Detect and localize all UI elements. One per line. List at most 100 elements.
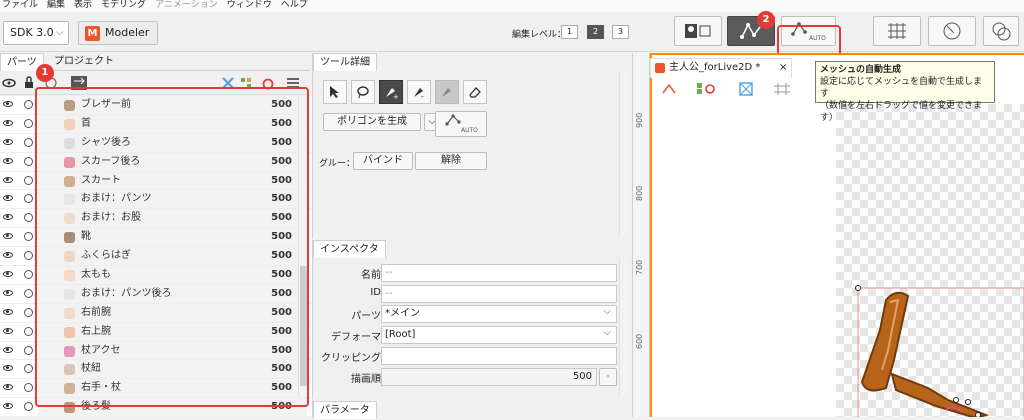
visibility-eye-icon[interactable] bbox=[3, 157, 13, 164]
edit-level-2[interactable]: 2 bbox=[587, 25, 604, 39]
select-tool[interactable] bbox=[323, 80, 347, 104]
eraser-icon bbox=[469, 87, 481, 98]
mesh-view-icon[interactable] bbox=[662, 83, 676, 95]
lasso-tool[interactable] bbox=[351, 80, 375, 104]
document-tab[interactable]: 主人公_forLive2D * × bbox=[650, 58, 792, 78]
mesh-grid-button[interactable] bbox=[873, 16, 921, 46]
menu-file[interactable]: ファイル bbox=[2, 0, 38, 12]
lock-toggle-icon[interactable] bbox=[24, 270, 33, 280]
callout-badge-1: 1 bbox=[36, 64, 54, 82]
menu-window[interactable]: ウィンドウ bbox=[227, 0, 272, 12]
lock-toggle-icon[interactable] bbox=[24, 213, 33, 223]
tab-project[interactable]: プロジェクト bbox=[48, 53, 120, 71]
visibility-eye-icon[interactable] bbox=[3, 214, 13, 221]
lock-toggle-icon[interactable] bbox=[24, 307, 33, 317]
arrow-cursor-icon bbox=[330, 86, 339, 98]
menu-edit[interactable]: 編集 bbox=[47, 0, 65, 12]
pen-remove-tool[interactable]: - bbox=[407, 80, 431, 104]
name-field[interactable]: -- bbox=[381, 264, 617, 282]
visibility-eye-icon[interactable] bbox=[3, 233, 13, 240]
visibility-eye-icon[interactable] bbox=[3, 289, 13, 296]
mesh-vertex[interactable] bbox=[855, 285, 861, 291]
lock-toggle-icon[interactable] bbox=[24, 175, 33, 185]
visibility-eye-icon[interactable] bbox=[3, 308, 13, 315]
eraser-tool[interactable] bbox=[463, 80, 487, 104]
lock-toggle-icon[interactable] bbox=[24, 194, 33, 204]
draw-order-field[interactable]: 500 bbox=[381, 368, 597, 386]
name-label: 名前 bbox=[361, 270, 381, 281]
pen-disabled-tool[interactable] bbox=[435, 80, 459, 104]
deformer-select[interactable]: [Root] bbox=[381, 325, 617, 344]
visibility-eye-icon[interactable] bbox=[3, 403, 13, 410]
tab-parameters[interactable]: パラメータ bbox=[313, 401, 377, 419]
visibility-eye-icon[interactable] bbox=[3, 138, 13, 145]
mesh-vertex[interactable] bbox=[953, 397, 959, 403]
draw-order-spin[interactable]: ◦ bbox=[599, 368, 617, 386]
lock-toggle-icon[interactable] bbox=[24, 345, 33, 355]
lock-toggle-icon[interactable] bbox=[24, 251, 33, 261]
lock-icon[interactable] bbox=[24, 76, 34, 89]
grid-view-icon[interactable] bbox=[772, 82, 792, 96]
visibility-eye-icon[interactable] bbox=[3, 176, 13, 183]
edit-level-3[interactable]: 3 bbox=[612, 25, 629, 39]
lock-toggle-icon[interactable] bbox=[24, 100, 33, 109]
menu-animation[interactable]: アニメーション bbox=[155, 0, 218, 12]
grid-mesh-icon bbox=[888, 23, 906, 39]
eye-icon[interactable] bbox=[2, 78, 16, 88]
parts-select[interactable]: *メイン bbox=[381, 304, 617, 323]
id-label: ID bbox=[370, 287, 381, 298]
lock-toggle-icon[interactable] bbox=[24, 364, 33, 374]
menu-view[interactable]: 表示 bbox=[74, 0, 92, 12]
glue-tool-button[interactable] bbox=[983, 16, 1019, 46]
tool-scrollbar[interactable] bbox=[619, 71, 629, 236]
close-tab-icon[interactable]: × bbox=[779, 59, 787, 77]
visibility-eye-icon[interactable] bbox=[3, 101, 13, 107]
pen-add-tool[interactable]: + bbox=[379, 80, 403, 104]
release-button[interactable]: 解除 bbox=[415, 152, 487, 170]
lock-toggle-icon[interactable] bbox=[24, 383, 33, 393]
svg-text:AUTO: AUTO bbox=[461, 127, 478, 134]
visibility-eye-icon[interactable] bbox=[3, 327, 13, 334]
menu-modeling[interactable]: モデリング bbox=[101, 0, 146, 12]
id-field[interactable]: -- bbox=[381, 285, 617, 303]
lock-toggle-icon[interactable] bbox=[24, 326, 33, 336]
svg-text:+: + bbox=[393, 93, 398, 99]
inspector-id-row: ID -- bbox=[313, 284, 623, 304]
mesh-vertex[interactable] bbox=[975, 412, 981, 418]
visibility-eye-icon[interactable] bbox=[3, 365, 13, 372]
mesh-vertex[interactable] bbox=[965, 399, 971, 405]
visibility-eye-icon[interactable] bbox=[3, 384, 13, 391]
tab-tool-detail[interactable]: ツール詳細 bbox=[313, 53, 377, 71]
visibility-eye-icon[interactable] bbox=[3, 252, 13, 259]
auto-mesh-small-button[interactable]: AUTO bbox=[435, 111, 487, 137]
generate-polygon-select[interactable]: ポリゴンを生成 bbox=[323, 113, 421, 131]
lock-toggle-icon[interactable] bbox=[24, 137, 33, 147]
tab-inspector[interactable]: インスペクタ bbox=[313, 240, 386, 258]
visibility-eye-icon[interactable] bbox=[3, 271, 13, 278]
deform-tool-button[interactable] bbox=[928, 16, 976, 46]
visibility-eye-icon[interactable] bbox=[3, 119, 13, 126]
inspector-scrollbar[interactable] bbox=[619, 258, 629, 396]
clipping-field[interactable] bbox=[381, 347, 617, 365]
edit-level-1[interactable]: 1 bbox=[561, 25, 578, 39]
glue-circle-icon bbox=[992, 22, 1011, 41]
lock-toggle-icon[interactable] bbox=[24, 288, 33, 298]
visibility-eye-icon[interactable] bbox=[3, 346, 13, 353]
glue-label: グルー： bbox=[319, 159, 356, 169]
mesh-artwork[interactable] bbox=[836, 270, 1024, 417]
lock-toggle-icon[interactable] bbox=[24, 232, 33, 242]
visibility-eye-icon[interactable] bbox=[3, 195, 13, 202]
bounds-view-icon[interactable] bbox=[739, 82, 753, 96]
sdk-version-select[interactable]: SDK 3.0 ⌵ bbox=[3, 21, 69, 45]
document-tab-title: 主人公_forLive2D * bbox=[669, 62, 761, 73]
lock-toggle-icon[interactable] bbox=[24, 402, 33, 412]
bind-button[interactable]: バインド bbox=[353, 152, 413, 170]
lock-toggle-icon[interactable] bbox=[24, 156, 33, 166]
model-file-icon bbox=[655, 63, 665, 73]
tooltip-title: メッシュの自動生成 bbox=[820, 65, 902, 75]
view-mode-button[interactable] bbox=[674, 16, 722, 46]
menu-help[interactable]: ヘルプ bbox=[281, 0, 308, 12]
modeler-mode-button[interactable]: M Modeler bbox=[78, 21, 158, 45]
lock-toggle-icon[interactable] bbox=[24, 118, 33, 128]
deformer-view-icon[interactable] bbox=[696, 82, 716, 96]
